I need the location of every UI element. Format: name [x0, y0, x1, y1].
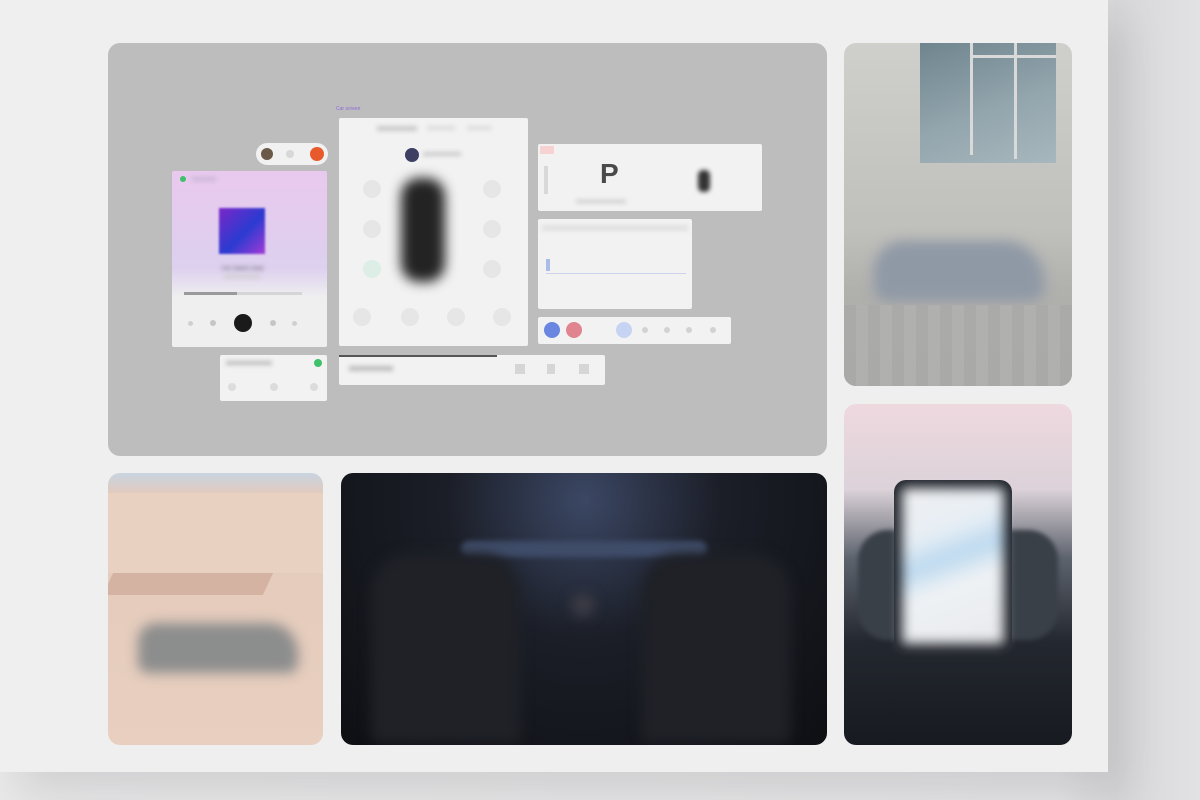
media-progress [339, 355, 497, 357]
record-icon[interactable] [310, 147, 324, 161]
progress-fill [184, 292, 238, 295]
car-image [874, 241, 1044, 301]
profile-name-placeholder [423, 152, 461, 156]
screen-map[interactable] [902, 488, 1004, 644]
control-button[interactable] [363, 260, 381, 278]
dashboard-photo-tile[interactable] [844, 404, 1072, 745]
call-widget[interactable] [220, 355, 327, 401]
bottom-control[interactable] [353, 308, 371, 326]
tab-1[interactable] [377, 126, 417, 131]
pavement [844, 305, 1072, 386]
car-icon [698, 170, 710, 192]
window [920, 43, 1056, 163]
chart-bar [546, 259, 550, 271]
mute-icon[interactable] [270, 383, 278, 391]
play-button[interactable] [234, 314, 252, 332]
quick-action[interactable] [642, 327, 648, 333]
tab-3[interactable] [467, 126, 491, 130]
gear-card[interactable]: P [538, 144, 762, 211]
quick-action[interactable] [616, 322, 632, 338]
track-title: The Stand Clear [220, 266, 264, 272]
control-button[interactable] [363, 220, 381, 238]
chart-line [546, 273, 686, 274]
shuffle-icon[interactable] [188, 321, 193, 326]
avatar [261, 148, 273, 160]
caller-placeholder [226, 361, 272, 365]
video-icon[interactable] [310, 383, 318, 391]
desert-photo-tile[interactable] [108, 473, 323, 745]
media-bar[interactable] [339, 355, 605, 385]
interior-photo-tile[interactable] [341, 473, 827, 745]
progress-track[interactable] [184, 292, 302, 295]
music-widget[interactable]: The Stand Clear [172, 171, 327, 347]
quick-action[interactable] [664, 327, 670, 333]
gear-indicator: P [600, 158, 619, 189]
window-frame [1014, 43, 1017, 159]
control-button[interactable] [483, 220, 501, 238]
avatar-pill[interactable] [256, 143, 328, 165]
artist-placeholder [224, 275, 260, 278]
dot-icon [286, 150, 294, 158]
music-app-icon [180, 176, 186, 182]
quick-action[interactable] [686, 327, 692, 333]
bottom-control[interactable] [493, 308, 511, 326]
quick-action[interactable] [566, 322, 582, 338]
window-frame [970, 43, 973, 155]
media-title-placeholder [349, 366, 393, 371]
next-icon[interactable] [270, 320, 276, 326]
control-button[interactable] [483, 260, 501, 278]
warning-badge [540, 146, 554, 154]
screen-frame [894, 480, 1012, 652]
tab-2[interactable] [427, 126, 455, 130]
quick-actions-bar[interactable] [538, 317, 731, 344]
gear-slider[interactable] [544, 166, 548, 194]
previous-icon[interactable] [210, 320, 216, 326]
quick-action[interactable] [544, 322, 560, 338]
overhang [108, 573, 274, 595]
board-label: Car screen [336, 106, 361, 112]
camera-icon[interactable] [579, 364, 589, 374]
console-knob [571, 593, 595, 617]
chart-header-placeholder [542, 225, 688, 231]
energy-chart-card [538, 219, 692, 309]
prev-icon[interactable] [515, 364, 525, 374]
building-photo-tile[interactable] [844, 43, 1072, 386]
gear-caption-placeholder [576, 200, 626, 203]
bottom-control[interactable] [401, 308, 419, 326]
quick-action[interactable] [710, 327, 716, 333]
seat-left [371, 553, 521, 743]
seat-right [641, 553, 791, 743]
control-button[interactable] [363, 180, 381, 198]
bottom-control[interactable] [447, 308, 465, 326]
profile-avatar[interactable] [405, 148, 419, 162]
car-top-view [401, 178, 445, 282]
car-controls-card[interactable] [339, 118, 528, 346]
phone-icon[interactable] [547, 364, 555, 374]
control-button[interactable] [483, 180, 501, 198]
window-frame [970, 55, 1056, 58]
call-icon[interactable] [228, 383, 236, 391]
album-art [219, 208, 265, 254]
status-dot [314, 359, 322, 367]
app-name-placeholder [192, 177, 216, 181]
repeat-icon[interactable] [292, 321, 297, 326]
car-image [138, 623, 298, 673]
wall [108, 493, 323, 573]
ui-board-tile[interactable]: Car screen The Stand Clear P [108, 43, 827, 456]
